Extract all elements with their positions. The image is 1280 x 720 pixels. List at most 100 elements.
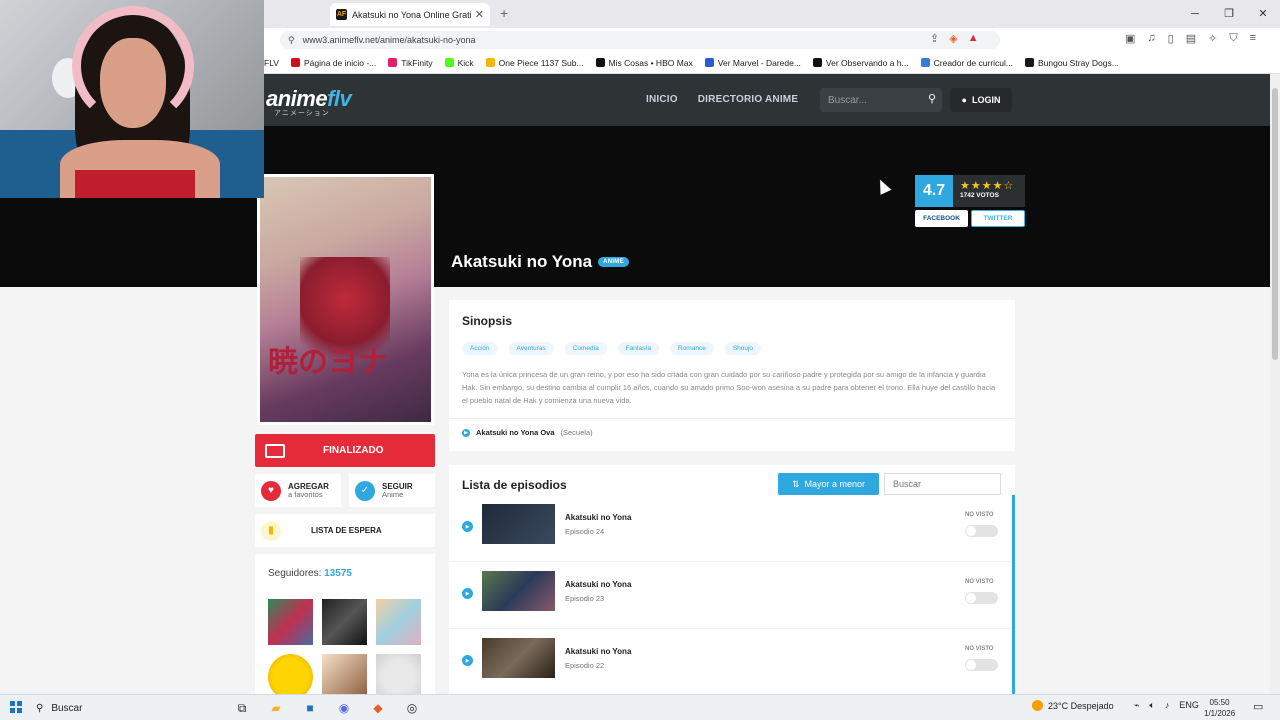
store-icon[interactable]: ■ <box>300 698 320 718</box>
bookmark-label: Mis Cosas • HBO Max <box>608 57 693 68</box>
network-icon[interactable]: ⌁ <box>1134 700 1139 711</box>
episode-row[interactable]: ▶ Akatsuki no Yona Episodio 23 NO VISTO <box>449 562 1012 629</box>
star-rating[interactable]: ★★★★☆ 1742 VOTOS <box>953 175 1014 207</box>
nav-directorio[interactable]: DIRECTORIO ANIME <box>698 94 798 105</box>
play-icon[interactable]: ▶ <box>462 521 473 532</box>
nav-inicio[interactable]: INICIO <box>646 94 678 105</box>
file-explorer-icon[interactable]: ▰ <box>266 698 286 718</box>
bookmark[interactable]: TikFinity <box>388 58 433 68</box>
brave-rewards-icon[interactable]: ▲ <box>968 32 979 45</box>
bookmark[interactable]: FLV <box>264 58 279 68</box>
bookmark[interactable]: Ver Marvel - Darede... <box>704 58 801 68</box>
url-field[interactable]: ⚲ www3.animeflv.net/anime/akatsuki-no-yo… <box>280 31 1000 49</box>
restore-icon[interactable]: ❐ <box>1212 0 1246 28</box>
genre-tag[interactable]: Acción <box>462 342 498 355</box>
minimize-icon[interactable]: ─ <box>1178 0 1212 28</box>
episode-row[interactable]: ▶ Akatsuki no Yona Episodio 24 NO VISTO <box>449 495 1012 562</box>
menu-icon[interactable]: ≡ <box>1250 32 1256 45</box>
bookmark-favicon-icon <box>1025 58 1034 67</box>
search-icon[interactable]: ⚲ <box>928 92 936 105</box>
genre-tag[interactable]: Aventuras <box>508 342 554 355</box>
watched-toggle[interactable] <box>965 525 998 537</box>
avatar[interactable] <box>376 599 421 645</box>
episode-list-panel: Lista de episodios ⇅ Mayor a menor ▶ Aka… <box>449 465 1015 700</box>
chevron-right-icon: ▶ <box>462 428 470 437</box>
play-icon[interactable]: ▶ <box>462 588 473 599</box>
windows-start-icon[interactable] <box>10 701 22 713</box>
genre-tag[interactable]: Fantasía <box>617 342 659 355</box>
episode-row[interactable]: ▶ Akatsuki no Yona Episodio 22 NO VISTO <box>449 629 1012 696</box>
wallet-icon[interactable]: ▤ <box>1186 32 1196 45</box>
bookmark[interactable]: Kick <box>444 58 474 68</box>
weather-widget[interactable]: 23°C Despejado <box>1032 700 1114 711</box>
new-tab-icon[interactable]: + <box>500 5 508 21</box>
bookmark[interactable]: Mis Cosas • HBO Max <box>595 57 693 68</box>
obs-icon[interactable]: ◎ <box>402 698 422 718</box>
bookmark-favicon-icon <box>595 58 605 67</box>
close-window-icon[interactable]: ✕ <box>1246 0 1280 28</box>
vpn-icon[interactable]: ⛉ <box>1229 32 1237 45</box>
clock[interactable]: 05:50 1/1/2026 <box>1204 697 1235 719</box>
brave-browser-icon[interactable]: ◆ <box>368 698 388 718</box>
screenshot-icon[interactable]: ▣ <box>1125 32 1135 45</box>
language-indicator[interactable]: ENG <box>1179 700 1199 711</box>
volume-icon[interactable]: 🔈︎ <box>1149 700 1154 711</box>
share-icon[interactable]: ⇪ <box>930 32 939 45</box>
sort-label: Mayor a menor <box>804 479 866 489</box>
avatar[interactable] <box>268 599 313 645</box>
task-view-icon[interactable]: ⧉ <box>232 698 252 718</box>
search-placeholder: Buscar... <box>828 94 867 106</box>
genre-tag[interactable]: Romance <box>669 342 714 355</box>
discord-icon[interactable]: ◉ <box>334 698 354 718</box>
scrollbar-thumb[interactable] <box>1272 88 1278 360</box>
watched-toggle[interactable] <box>965 592 998 604</box>
episode-thumbnail[interactable] <box>482 504 555 544</box>
follow-button[interactable]: ✓ SEGUIR Anime <box>349 474 435 507</box>
bookmark[interactable]: Ver Observando a h... <box>812 58 909 68</box>
twitter-share-button[interactable]: TWITTER <box>971 210 1025 227</box>
bookmark-label: FLV <box>264 57 279 68</box>
related-anime-link[interactable]: ▶ Akatsuki no Yona Ova (Secuela) <box>449 418 1015 446</box>
episode-thumbnail[interactable] <box>482 571 555 611</box>
leo-ai-icon[interactable]: ✧ <box>1208 32 1217 45</box>
close-tab-icon[interactable]: ✕ <box>475 8 484 21</box>
site-logo[interactable]: animeflv アニメーション <box>266 86 352 117</box>
followers-panel: Seguidores: 13575 <box>255 554 435 700</box>
bookmark[interactable]: Creador de curricul... <box>920 58 1013 68</box>
cover-logo: 暁のヨナ <box>268 345 388 380</box>
bookmark[interactable]: Página de inicio -... <box>290 58 376 68</box>
brave-shield-icon[interactable]: ◈ <box>949 32 957 45</box>
genre-tag[interactable]: Comedia <box>564 342 607 355</box>
sidebar-icon[interactable]: ▯ <box>1168 32 1174 45</box>
system-tray: ⌁ 🔈︎ ♪ ENG <box>1134 700 1199 711</box>
sort-icon: ⇅ <box>791 478 800 489</box>
site-info-icon[interactable]: ⚲ <box>288 35 295 46</box>
anime-cover-image: 暁のヨナ <box>257 174 434 425</box>
bookmark[interactable]: Bungou Stray Dogs... <box>1025 58 1119 68</box>
facebook-share-button[interactable]: FACEBOOK <box>915 210 968 227</box>
play-icon[interactable]: ▶ <box>462 655 473 666</box>
bookmark-favicon-icon <box>920 58 930 67</box>
episode-search-input[interactable] <box>884 473 1001 495</box>
taskbar-search[interactable]: ⚲ Buscar <box>36 698 222 718</box>
music-icon[interactable]: ♫ <box>1147 32 1155 45</box>
monitor-icon <box>265 443 285 458</box>
status-button: FINALIZADO <box>255 434 435 467</box>
login-button[interactable]: ● LOGIN <box>950 88 1012 112</box>
site-search-input[interactable]: Buscar... ⚲ <box>820 88 942 112</box>
sort-order-button[interactable]: ⇅ Mayor a menor <box>778 473 879 495</box>
add-favorite-button[interactable]: ♥ AGREGAR a favoritos <box>255 474 341 507</box>
user-icon: ● <box>961 95 967 105</box>
episode-thumbnail[interactable] <box>482 638 555 678</box>
notifications-icon[interactable]: ▭ <box>1253 700 1263 713</box>
genre-tag[interactable]: Shoujo <box>724 342 762 355</box>
microphone-icon[interactable]: ♪ <box>1165 700 1170 711</box>
episodes-heading: Lista de episodios <box>462 478 567 492</box>
bookmark[interactable]: One Piece 1137 Sub... <box>485 58 584 68</box>
avatar[interactable] <box>322 599 367 645</box>
rating-box: 4.7 ★★★★☆ 1742 VOTOS <box>915 175 1025 207</box>
browser-tab[interactable]: AF Akatsuki no Yona Online Gratis ✕ <box>330 3 490 26</box>
watchlist-button[interactable]: ▮ LISTA DE ESPERA <box>255 514 435 547</box>
watched-toggle[interactable] <box>965 659 998 671</box>
page-scrollbar[interactable] <box>1270 74 1280 694</box>
